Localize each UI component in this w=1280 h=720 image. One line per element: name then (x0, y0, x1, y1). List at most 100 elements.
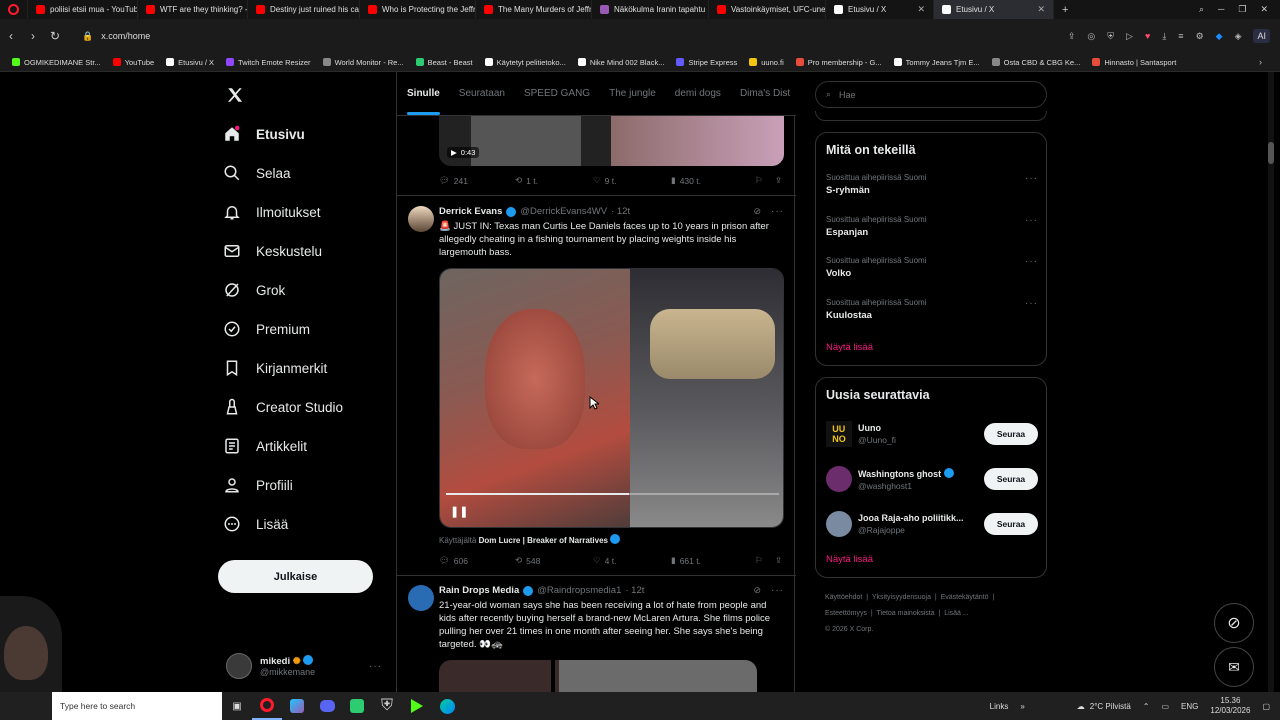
new-tab-button[interactable]: + (1054, 0, 1076, 19)
trends-show-more[interactable]: Näytä lisää (826, 342, 873, 353)
terminal-icon[interactable] (402, 692, 432, 720)
sidebar-item-etusivu[interactable]: Etusivu (222, 124, 305, 144)
discord-icon[interactable] (312, 692, 342, 720)
clock[interactable]: 15.36 12/03/2026 (1210, 696, 1250, 716)
close-window-button[interactable]: ✕ (1260, 4, 1268, 15)
more-dots-icon[interactable]: ··· (1025, 173, 1038, 184)
follow-suggestion[interactable]: UU NO Uuno @Uuno_fi Seuraa (826, 418, 1038, 450)
minimize-window-button[interactable]: ─ (1218, 4, 1224, 15)
follow-button[interactable]: Seuraa (984, 423, 1038, 445)
grok-float-button[interactable]: ⊘ (1214, 603, 1254, 643)
url-field[interactable]: 🔒 x.com/home (74, 25, 1004, 47)
search-tabs-icon[interactable]: ⌕ (1199, 4, 1204, 15)
links-toolbar[interactable]: Links (990, 702, 1009, 711)
cube-icon[interactable]: ◈ (1235, 31, 1242, 42)
bookmark-item[interactable]: YouTube (107, 58, 160, 67)
browser-tab[interactable]: Näkökulma Iranin tapahtu✕ (592, 0, 709, 19)
sidebar-item-keskustelu[interactable]: Keskustelu (222, 241, 322, 261)
tray-expand-icon[interactable]: ⌃ (1143, 702, 1150, 711)
bookmark-item[interactable]: Osta CBD & CBG Ke... (986, 58, 1087, 67)
sidebar-item-kirjanmerkit[interactable]: Kirjanmerkit (222, 358, 327, 378)
avatar[interactable] (408, 206, 434, 232)
browser-tab[interactable]: poliisi etsii mua - YouTube✕ (28, 0, 138, 19)
source-author[interactable]: Dom Lucre | Breaker of Narratives (479, 536, 608, 545)
bookmarks-overflow-icon[interactable]: › (1259, 57, 1280, 67)
start-area[interactable] (0, 692, 52, 720)
follow-suggestion[interactable]: Jooa Raja-aho poliitikk... @Rajajoppe Seur… (826, 508, 1038, 540)
previous-tweet-media[interactable]: ▶ 0:43 (439, 116, 784, 166)
grok-icon[interactable]: ⊘ (753, 585, 761, 596)
search-input[interactable]: ⌕ Hae (815, 81, 1047, 108)
footer-link[interactable]: Käyttöehdot (825, 594, 862, 601)
task-view-icon[interactable]: ▣ (222, 692, 252, 720)
extensions-icon[interactable]: ⚙ (1196, 31, 1204, 42)
tweet-handle[interactable]: @DerrickEvans4WV (520, 206, 607, 217)
opera-taskbar-icon[interactable] (252, 692, 282, 720)
retweet-button[interactable]: ⟲ 1 t. (515, 175, 593, 186)
more-dots-icon[interactable]: ··· (369, 661, 382, 672)
more-dots-icon[interactable]: ··· (771, 585, 784, 596)
bookmark-item[interactable]: OGMIKEDIMANE Str... (6, 58, 107, 67)
bookmark-item[interactable]: Beast - Beast (410, 58, 479, 67)
bookmark-item[interactable]: Hinnasto | Santasport (1086, 58, 1182, 67)
sidebar-item-grok[interactable]: Grok (222, 280, 285, 300)
close-tab-icon[interactable]: ✕ (917, 4, 925, 15)
retweet-button[interactable]: ⟲ 548 (515, 555, 593, 566)
feed-tab[interactable]: The jungle (609, 88, 656, 99)
menu-icon[interactable]: ≡ (1178, 31, 1183, 41)
maximize-window-button[interactable]: ❐ (1238, 4, 1246, 15)
sidebar-item-ilmoitukset[interactable]: Ilmoitukset (222, 202, 321, 222)
forward-button[interactable]: › (22, 29, 44, 43)
play-icon[interactable]: ▷ (1126, 31, 1133, 42)
bookmark-item[interactable]: Etusivu / X (160, 58, 220, 67)
bookmark-item[interactable]: Nike Mind 002 Black... (572, 58, 671, 67)
trend-item[interactable]: Suosittua aihepiirissä Suomi Espanjan ··· (826, 215, 1038, 238)
sidebar-item-artikkelit[interactable]: Artikkelit (222, 436, 307, 456)
share-icon[interactable]: ⇪ (775, 175, 782, 186)
taskbar-search-input[interactable]: Type here to search (52, 692, 222, 720)
tweet-handle[interactable]: @Raindropsmedia1 (537, 585, 621, 596)
footer-link[interactable]: Yksityisyydensuoja (872, 594, 931, 601)
follow-button[interactable]: Seuraa (984, 468, 1038, 490)
follow-show-more[interactable]: Näytä lisää (826, 554, 873, 565)
browser-tab[interactable]: Destiny just ruined his car✕ (248, 0, 360, 19)
more-dots-icon[interactable]: ··· (1025, 215, 1038, 226)
tweet-author-name[interactable]: Rain Drops Media (439, 585, 519, 596)
pause-icon[interactable]: ❚❚ (450, 505, 468, 518)
reply-button[interactable]: 💬︎ 606 (439, 555, 515, 566)
bookmark-item[interactable]: World Monitor - Re... (317, 58, 410, 67)
browser-tab[interactable]: Etusivu / X ✕ (826, 0, 934, 19)
heart-icon[interactable]: ♥ (1145, 31, 1150, 41)
sidebar-item-profiili[interactable]: Profiili (222, 475, 293, 495)
views-button[interactable]: ▮ 430 t. (671, 175, 755, 186)
more-dots-icon[interactable]: ··· (1025, 298, 1038, 309)
messages-float-button[interactable]: ✉ (1214, 647, 1254, 687)
browser-tab[interactable]: Who is Protecting the Jeffr✕ (360, 0, 476, 19)
bookmark-item[interactable]: Stripe Express (670, 58, 743, 67)
follow-button[interactable]: Seuraa (984, 513, 1038, 535)
shield-icon[interactable]: ⛨ (1107, 31, 1114, 42)
more-dots-icon[interactable]: ··· (771, 206, 784, 217)
edge-icon[interactable] (432, 692, 462, 720)
feed-tab[interactable]: SPEED GANG (524, 88, 590, 99)
opera-logo-icon[interactable] (0, 0, 28, 19)
trend-item[interactable]: Suosittua aihepiirissä Suomi S-ryhmän ··· (826, 173, 1038, 196)
footer-link[interactable]: Evästekäytäntö (941, 594, 989, 601)
notifications-icon[interactable]: ▢ (1262, 702, 1270, 711)
sidebar-item-creator-studio[interactable]: Creator Studio (222, 397, 343, 417)
ai-button[interactable]: AI (1253, 29, 1270, 43)
tweet-media[interactable] (439, 660, 757, 692)
feed-tab[interactable]: Seurataan (459, 88, 505, 99)
browser-tab[interactable]: Etusivu / X ✕ (934, 0, 1054, 19)
bookmark-item[interactable]: Tommy Jeans Tjm E... (888, 58, 986, 67)
feed-tab[interactable]: Sinulle (407, 88, 440, 115)
tweet-video[interactable]: ❚❚ (439, 268, 784, 528)
footer-link[interactable]: Esteettömyys (825, 610, 867, 617)
grok-icon[interactable]: ⊘ (753, 206, 761, 217)
scrollbar[interactable] (1268, 72, 1274, 692)
shield-app-icon[interactable]: ⛨ (372, 692, 402, 720)
close-tab-icon[interactable]: ✕ (1037, 4, 1045, 15)
sidebar-item-premium[interactable]: Premium (222, 319, 310, 339)
x-logo-icon[interactable] (226, 86, 244, 109)
account-switcher[interactable]: mikedi ✺ @mikkemane ··· (226, 648, 382, 684)
